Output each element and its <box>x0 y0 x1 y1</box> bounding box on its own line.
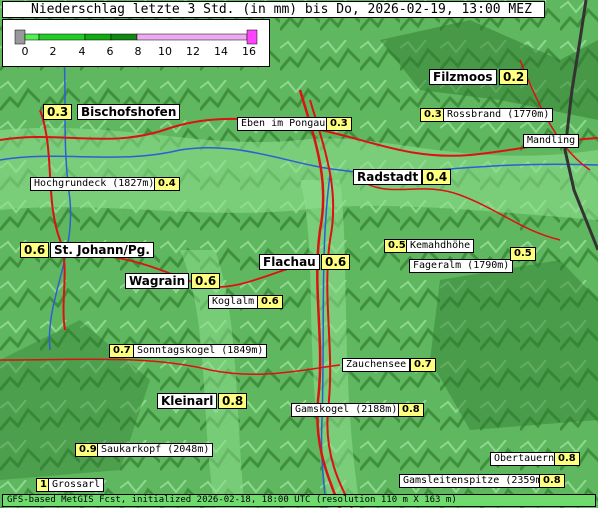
legend-tick: 2 <box>49 45 57 58</box>
legend-tick: 8 <box>134 45 142 58</box>
place-label-kemahdhoehe: Kemahdhöhe <box>406 239 475 253</box>
legend-tick: 14 <box>214 45 228 58</box>
place-label-filzmoos: Filzmoos <box>429 69 497 85</box>
place-label-wagrain: Wagrain <box>125 273 190 289</box>
place-label-radstadt: Radstadt <box>353 169 423 185</box>
place-label-saukarkopf: Saukarkopf (2048m) <box>97 443 214 457</box>
value-label-gamsleitenspitze: 0.8 <box>539 474 565 488</box>
legend-tick: 10 <box>158 45 172 58</box>
place-label-sonntagskogel: Sonntagskogel (1849m) <box>133 344 268 358</box>
value-label-obertauern: 0.8 <box>554 452 580 466</box>
footer-credit: GFS-based MetGIS Fcst, initialized 2026-… <box>2 494 596 507</box>
place-label-rossbrand: Rossbrand (1770m) <box>443 108 554 122</box>
place-label-st-johann: St. Johann/Pg. <box>50 242 154 258</box>
place-label-flachau: Flachau <box>259 254 320 270</box>
value-label-koglalm: 0.6 <box>257 295 283 309</box>
value-label-flachau: 0.6 <box>321 254 351 270</box>
place-label-hochgrundeck: Hochgrundeck (1827m) <box>30 177 159 191</box>
place-label-koglalm: Koglalm <box>208 295 259 309</box>
place-label-bischofshofen: Bischofshofen <box>77 104 181 120</box>
place-label-fageralm: Fageralm (1790m) <box>409 259 514 273</box>
map-title: Niederschlag letzte 3 Std. (in mm) bis D… <box>2 1 545 18</box>
legend-tick: 16 <box>242 45 256 58</box>
place-label-kleinarl: Kleinarl <box>157 393 218 409</box>
value-label-kleinarl: 0.8 <box>218 393 248 409</box>
value-label-sonntagskogel: 0.7 <box>109 344 135 358</box>
place-label-gamskogel: Gamskogel (2188m) <box>291 403 402 417</box>
value-label-hochgrundeck: 0.4 <box>154 177 180 191</box>
value-label-eben: 0.3 <box>326 117 352 131</box>
value-label-wagrain: 0.6 <box>191 273 221 289</box>
value-label-rossbrand: 0.3 <box>420 108 446 122</box>
value-label-filzmoos: 0.2 <box>499 69 529 85</box>
legend-tick: 12 <box>186 45 200 58</box>
legend-tick: 4 <box>78 45 86 58</box>
legend-tick: 6 <box>106 45 114 58</box>
legend: 0 2 4 6 8 10 12 14 16 <box>2 19 270 67</box>
value-label-zauchensee: 0.7 <box>410 358 436 372</box>
place-label-mandling: Mandling <box>523 134 580 148</box>
value-label-st-johann: 0.6 <box>20 242 50 258</box>
place-label-gamsleitenspitze: Gamsleitenspitze (2359m) <box>399 474 552 488</box>
value-label-fageralm: 0.5 <box>510 247 536 261</box>
place-label-obertauern: Obertauern <box>490 452 559 466</box>
place-label-zauchensee: Zauchensee <box>342 358 411 372</box>
value-label-gamskogel: 0.8 <box>398 403 424 417</box>
legend-tick: 0 <box>21 45 29 58</box>
place-label-grossarl: Grossarl <box>48 478 105 492</box>
value-label-radstadt: 0.4 <box>422 169 452 185</box>
place-label-eben: Eben im Pongau <box>237 117 330 131</box>
value-label-bischofshofen: 0.3 <box>43 104 73 120</box>
